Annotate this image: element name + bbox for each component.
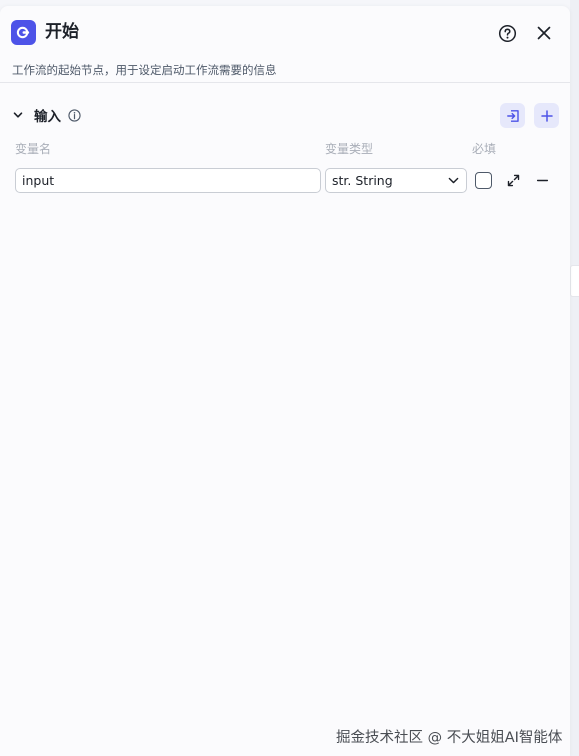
- required-checkbox[interactable]: [475, 172, 492, 189]
- canvas-edge: [570, 0, 579, 756]
- canvas-edge-handle[interactable]: [570, 265, 579, 297]
- expand-icon[interactable]: [505, 172, 522, 189]
- column-header-required: 必填: [472, 142, 497, 156]
- remove-variable-button[interactable]: [534, 172, 551, 189]
- panel-header: 开始 工作流的起始节点，用于设定启动工作流需要的信息: [0, 6, 570, 83]
- column-header-name: 变量名: [15, 142, 52, 156]
- import-variables-button[interactable]: [500, 103, 525, 128]
- add-variable-button[interactable]: [534, 103, 559, 128]
- input-section-header: 输入: [10, 104, 81, 126]
- close-button[interactable]: [535, 24, 553, 42]
- column-header-type: 变量类型: [325, 142, 374, 156]
- watermark: 掘金技术社区 @ 不大姐姐AI智能体: [336, 730, 563, 746]
- help-circle-icon[interactable]: [497, 23, 517, 43]
- variable-type-select[interactable]: str. String: [325, 168, 467, 193]
- import-icon: [506, 109, 519, 122]
- start-node-panel: 开始 工作流的起始节点，用于设定启动工作流需要的信息 输入 变量名 变量类型 必…: [0, 6, 570, 756]
- chevron-down-icon[interactable]: [10, 107, 26, 123]
- variable-name-input[interactable]: [15, 168, 321, 193]
- node-description: 工作流的起始节点，用于设定启动工作流需要的信息: [12, 63, 277, 77]
- info-icon[interactable]: [67, 108, 81, 122]
- variable-type-value: str. String: [332, 173, 393, 188]
- minus-icon: [536, 179, 549, 182]
- start-node-icon: [11, 20, 36, 45]
- plus-icon: [540, 109, 553, 122]
- chevron-down-icon: [448, 177, 459, 184]
- page-title: 开始: [45, 22, 79, 42]
- close-icon: [537, 26, 551, 40]
- input-section-title: 输入: [34, 109, 61, 125]
